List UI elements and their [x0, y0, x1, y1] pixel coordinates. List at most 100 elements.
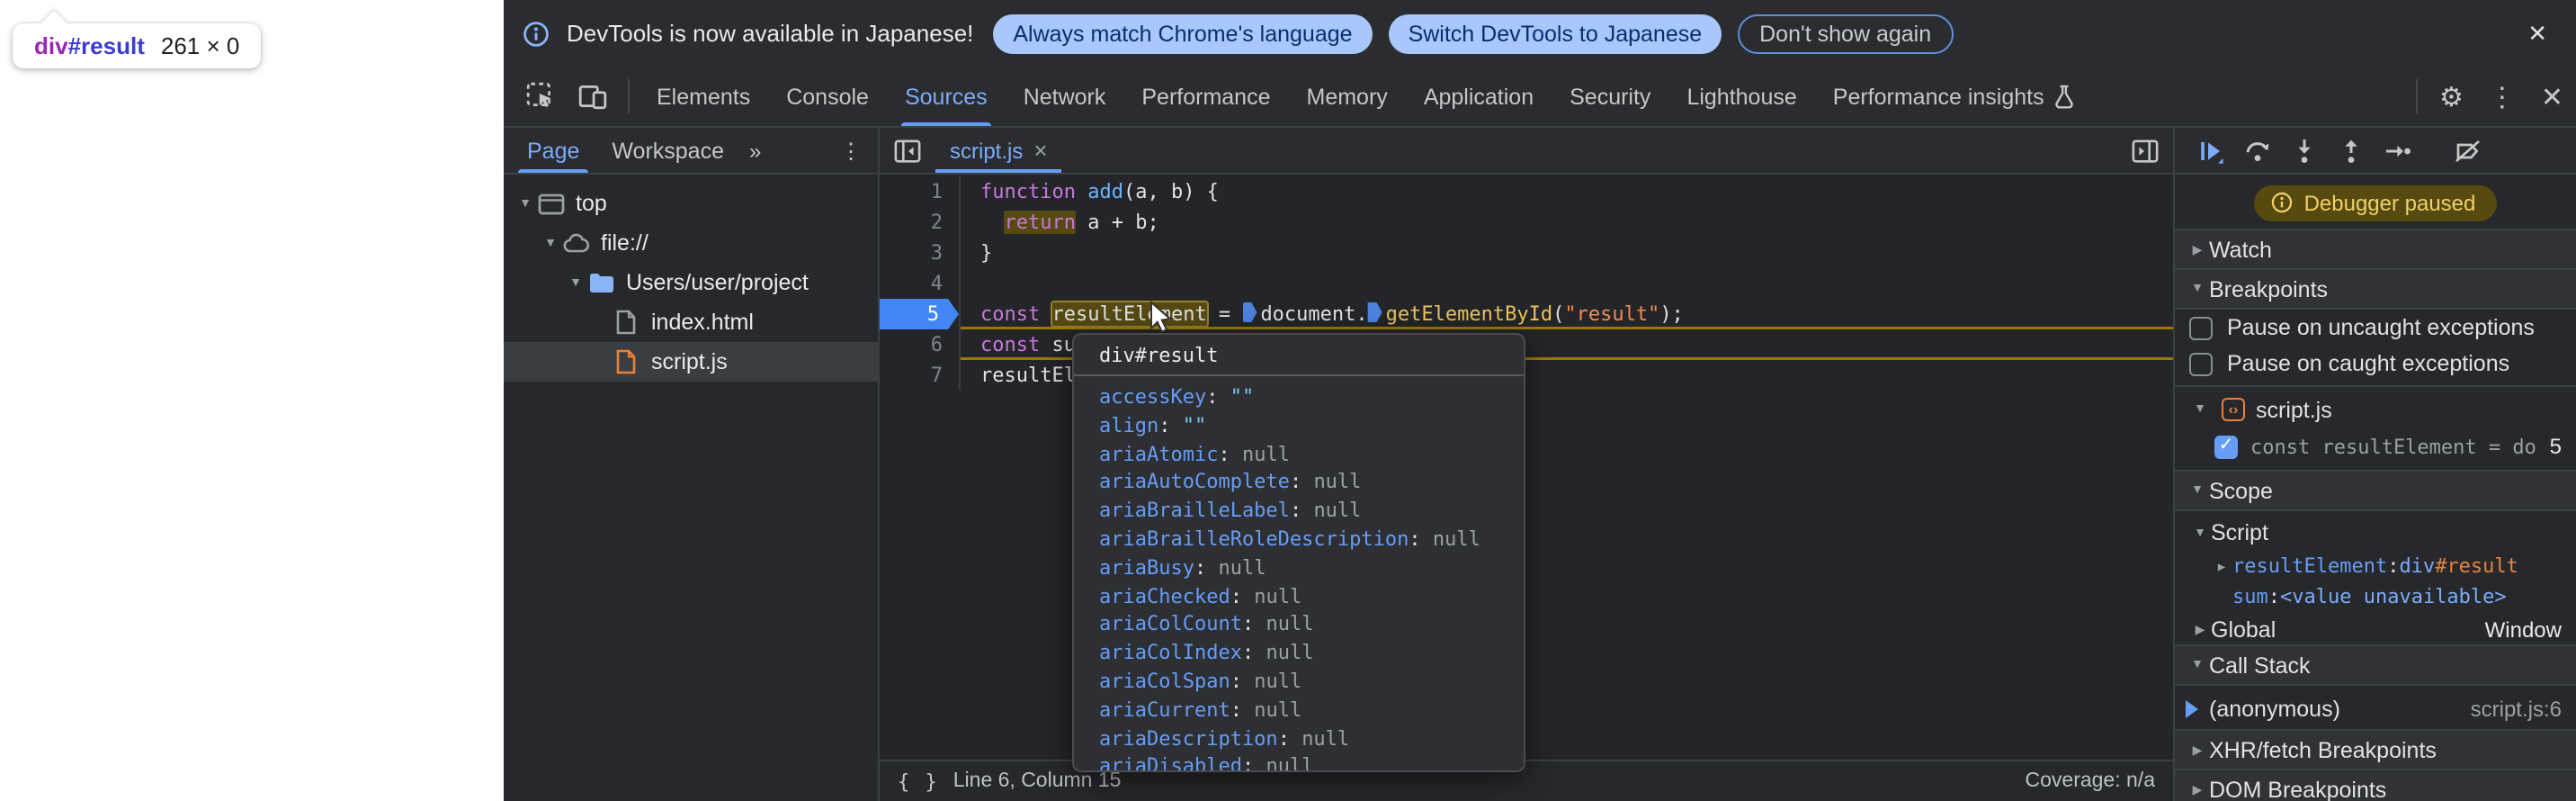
toggle-debugger-sidebar-icon[interactable]: [2117, 128, 2173, 173]
script-file-icon: ‹›: [2222, 398, 2245, 421]
main-tab-lighthouse[interactable]: Lighthouse: [1668, 67, 1814, 126]
step-into-icon[interactable]: [2283, 132, 2326, 168]
continue-to-here-marker-icon[interactable]: [1242, 302, 1257, 322]
tree-item-Users-user-project[interactable]: ▼Users/user/project: [504, 263, 878, 302]
device-toolbar-icon[interactable]: [567, 67, 619, 126]
breakpoint-file-group[interactable]: ▼ ‹› script.js: [2175, 387, 2576, 428]
property-colon: :: [1194, 556, 1219, 580]
call-stack-frame[interactable]: (anonymous)script.js:6: [2175, 689, 2576, 727]
popover-property-row: ariaBrailleLabel: null: [1099, 497, 1524, 526]
variable-colon: :: [2387, 554, 2399, 578]
pause-uncaught-checkbox[interactable]: [2189, 316, 2213, 339]
main-tab-network[interactable]: Network: [1006, 67, 1124, 126]
breakpoint-line-number[interactable]: 5: [880, 299, 959, 329]
section-watch[interactable]: ▶ Watch: [2175, 229, 2576, 270]
property-value: null: [1218, 556, 1266, 580]
tree-item-script-js[interactable]: script.js: [504, 342, 878, 382]
line-number[interactable]: 2: [880, 207, 959, 238]
breakpoint-entry[interactable]: ✓ const resultElement = doc⋯ 5: [2175, 428, 2576, 464]
flask-icon: [2053, 84, 2077, 109]
variable-name: resultElement: [2232, 554, 2387, 578]
expanded-caret-icon[interactable]: ▼: [540, 237, 561, 249]
notification-close-button[interactable]: ✕: [2517, 15, 2558, 51]
call-stack-title: Call Stack: [2209, 652, 2311, 678]
collapsed-caret-icon[interactable]: ▶: [2211, 559, 2232, 573]
main-tab-elements[interactable]: Elements: [639, 67, 768, 126]
expanded-caret-icon: ▼: [2186, 659, 2209, 671]
tab-label: Memory: [1307, 84, 1388, 109]
step-over-icon[interactable]: [2236, 132, 2279, 168]
toggle-navigator-icon[interactable]: [880, 128, 935, 173]
pause-caught-checkbox[interactable]: [2189, 352, 2213, 375]
line-number[interactable]: 1: [880, 176, 959, 207]
property-name: ariaColIndex: [1099, 641, 1242, 664]
property-colon: :: [1409, 527, 1433, 551]
expanded-caret-icon[interactable]: ▼: [565, 276, 586, 289]
dont-show-again-button[interactable]: Don't show again: [1738, 14, 1953, 53]
more-options-icon[interactable]: ⋮: [2476, 67, 2528, 126]
editor-tab-scriptjs[interactable]: script.js ×: [935, 128, 1062, 173]
expanded-caret-icon: ▼: [2186, 484, 2209, 497]
main-tab-application[interactable]: Application: [1406, 67, 1552, 126]
line-number[interactable]: 3: [880, 238, 959, 268]
tree-item-label: file://: [601, 230, 648, 256]
code-token: );: [1659, 302, 1684, 326]
code-line-content: }: [959, 238, 2173, 268]
scope-variable-sum[interactable]: sum: <value unavailable>: [2175, 581, 2576, 612]
pause-caught-label: Pause on caught exceptions: [2227, 351, 2509, 376]
main-tab-security[interactable]: Security: [1552, 67, 1668, 126]
paused-label: Debugger paused: [2304, 190, 2476, 215]
scope-variable-resultElement[interactable]: ▶resultElement: div#result: [2175, 551, 2576, 581]
property-name: accessKey: [1099, 385, 1206, 409]
code-token: const: [980, 302, 1040, 326]
main-tab-sources[interactable]: Sources: [887, 67, 1006, 126]
main-tab-performance[interactable]: Performance: [1123, 67, 1288, 126]
main-tab-console[interactable]: Console: [768, 67, 887, 126]
code-token: (: [1552, 302, 1564, 326]
deactivate-breakpoints-icon[interactable]: [2446, 132, 2490, 168]
always-match-language-button[interactable]: Always match Chrome's language: [993, 14, 1372, 53]
resume-script-icon[interactable]: [2189, 132, 2232, 168]
main-tab-memory[interactable]: Memory: [1289, 67, 1406, 126]
pretty-print-icon[interactable]: { }: [898, 770, 939, 793]
inspect-element-icon[interactable]: [514, 67, 567, 126]
scope-script-group[interactable]: ▼ Script: [2175, 511, 2576, 551]
property-value: null: [1313, 471, 1361, 494]
line-number[interactable]: 4: [880, 268, 959, 299]
editor-tab-close-icon[interactable]: ×: [1033, 137, 1047, 164]
expanded-caret-icon[interactable]: ▼: [514, 197, 536, 210]
tab-overflow-chevron[interactable]: »: [740, 138, 770, 163]
property-value: null: [1266, 755, 1313, 772]
section-xhr-breakpoints[interactable]: ▶ XHR/fetch Breakpoints: [2175, 729, 2576, 770]
property-colon: :: [1290, 499, 1314, 522]
switch-devtools-japanese-button[interactable]: Switch DevTools to Japanese: [1389, 14, 1722, 53]
line-number[interactable]: 6: [880, 329, 959, 360]
section-breakpoints[interactable]: ▼ Breakpoints: [2175, 268, 2576, 310]
tree-item-file-[interactable]: ▼ file://: [504, 223, 878, 263]
breakpoint-file-label: script.js: [2256, 397, 2332, 422]
continue-to-here-marker-icon[interactable]: [1368, 302, 1382, 322]
tree-item-index-html[interactable]: index.html: [504, 302, 878, 342]
settings-gear-icon[interactable]: ⚙: [2427, 67, 2476, 126]
step-out-icon[interactable]: [2330, 132, 2373, 168]
scope-variable-list: ▶resultElement: div#resultsum: <value un…: [2175, 551, 2576, 612]
devtools-close-icon[interactable]: ✕: [2528, 67, 2576, 126]
step-icon[interactable]: [2376, 132, 2419, 168]
section-scope[interactable]: ▼ Scope: [2175, 470, 2576, 511]
navigator-menu-icon[interactable]: ⋮: [831, 138, 871, 163]
tab-label: Network: [1024, 84, 1106, 109]
scope-global-row[interactable]: ▶ Global Window: [2175, 612, 2576, 646]
variable-value-tag: div: [2399, 554, 2435, 578]
scope-script-label: Script: [2211, 520, 2268, 545]
cloud-icon: [561, 230, 590, 256]
tree-item-top[interactable]: ▼top: [504, 184, 878, 223]
navigator-tab-page[interactable]: Page: [511, 128, 595, 173]
line-number[interactable]: 7: [880, 360, 959, 391]
section-call-stack[interactable]: ▼ Call Stack: [2175, 644, 2576, 686]
section-dom-breakpoints[interactable]: ▶ DOM Breakpoints: [2175, 769, 2576, 801]
main-toolbar: ElementsConsoleSources Network Performance…: [504, 67, 2576, 128]
main-tab-performance-insights[interactable]: Performance insights: [1815, 67, 2095, 126]
navigator-tab-workspace[interactable]: Workspace: [595, 128, 740, 173]
code-token: =: [1207, 302, 1243, 326]
breakpoint-entry-checkbox[interactable]: ✓: [2214, 435, 2238, 458]
